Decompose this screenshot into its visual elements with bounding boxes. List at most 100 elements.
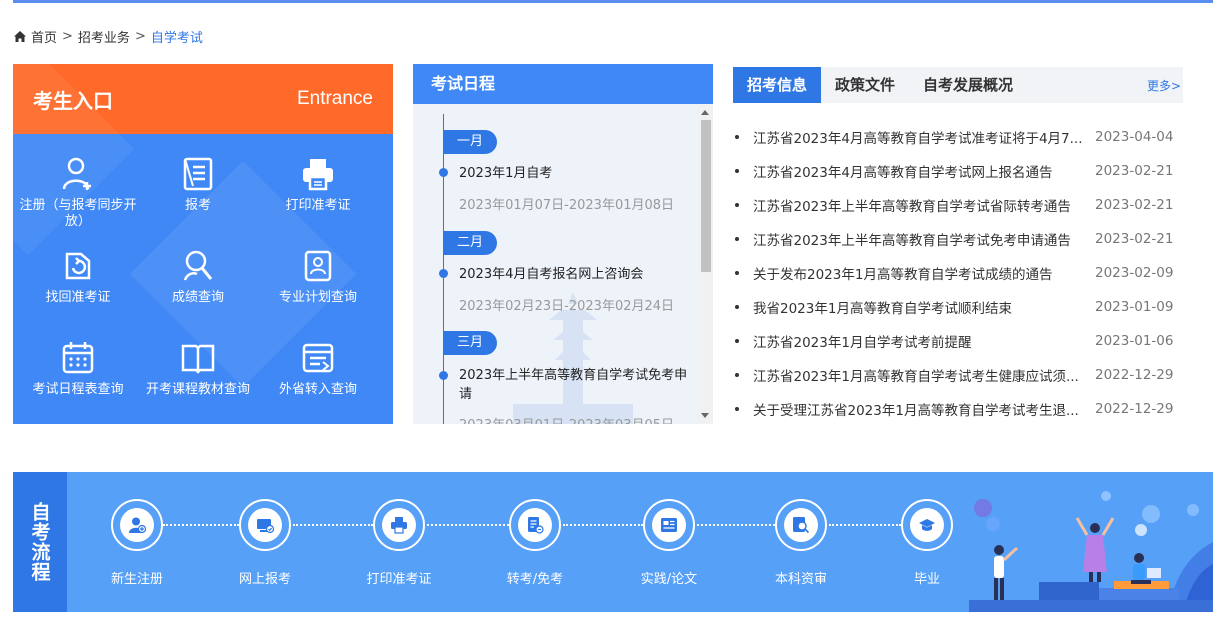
entry-label: 成绩查询	[171, 290, 224, 305]
step-print-ticket[interactable]	[373, 499, 425, 551]
news-title[interactable]: 江苏省2023年上半年高等教育自学考试免考申请通告	[753, 229, 1089, 249]
bullet	[735, 407, 739, 411]
news-title[interactable]: 关于发布2023年1月高等教育自学考试成绩的通告	[753, 263, 1089, 283]
news-date: 2023-02-09	[1095, 265, 1174, 281]
entrance-title-en: Entrance	[296, 88, 373, 109]
step-undergrad-review[interactable]	[775, 499, 827, 551]
form-icon	[183, 157, 213, 191]
entrance-grid: 注册（与报考同步开放） 报考 打印准考证 找回准考证 成绩查询 专业计划查询 考…	[13, 64, 393, 424]
schedule-event-date: 2023年02月23日-2023年02月24日	[459, 299, 675, 314]
timeline-dot	[439, 371, 448, 380]
scroll-up-arrow-icon[interactable]	[701, 110, 709, 115]
entry-print-ticket[interactable]: 打印准考证	[255, 156, 381, 214]
schedule-title: 考试日程	[413, 64, 713, 104]
step-practice-thesis[interactable]	[643, 499, 695, 551]
step-label: 毕业	[913, 572, 940, 587]
news-list: 江苏省2023年4月高等教育自学考试准考证将于4月7... 2023-04-04 …	[733, 120, 1183, 426]
bullet	[735, 271, 739, 275]
schedule-event-title[interactable]: 2023年4月自考报名网上咨询会	[459, 265, 695, 284]
tab-development-overview[interactable]: 自考发展概况	[909, 67, 1027, 103]
news-title[interactable]: 江苏省2023年上半年高等教育自学考试省际转考通告	[753, 195, 1089, 215]
self-study-process-bar: 自考流程 新生注册 网上报考 打印准考证 转考/免考 实践/论文 本科资审 毕业	[13, 472, 1213, 612]
process-label: 自考流程	[13, 472, 67, 612]
top-accent-line	[13, 0, 1213, 3]
entry-transfer-query[interactable]: 外省转入查询	[255, 340, 381, 398]
bullet	[735, 203, 739, 207]
bullet	[735, 169, 739, 173]
step-transfer-exempt[interactable]	[509, 499, 561, 551]
news-title[interactable]: 关于受理江苏省2023年1月高等教育自学考试考生退...	[753, 399, 1089, 419]
bullet	[735, 373, 739, 377]
news-item[interactable]: 江苏省2023年4月高等教育自学考试准考证将于4月7... 2023-04-04	[733, 120, 1183, 154]
schedule-event-title[interactable]: 2023年1月自考	[459, 164, 695, 183]
news-title[interactable]: 我省2023年1月高等教育自学考试顺利结束	[753, 297, 1089, 317]
entry-score-query[interactable]: 成绩查询	[135, 248, 261, 306]
scrollbar-thumb[interactable]	[701, 120, 711, 272]
breadcrumb-home-link[interactable]: 首页	[31, 27, 57, 46]
step-online-apply[interactable]	[239, 499, 291, 551]
news-item[interactable]: 江苏省2023年4月高等教育自学考试网上报名通告 2023-02-21	[733, 154, 1183, 188]
students-celebration-illustration	[969, 491, 1213, 612]
process-connector	[697, 524, 775, 526]
bullet	[735, 339, 739, 343]
news-item[interactable]: 江苏省2023年上半年高等教育自学考试省际转考通告 2023-02-21	[733, 188, 1183, 222]
bullet	[735, 305, 739, 309]
breadcrumb-level2-link[interactable]: 招考业务	[78, 27, 130, 46]
printer-icon	[303, 159, 333, 191]
news-title[interactable]: 江苏省2023年4月高等教育自学考试网上报名通告	[753, 161, 1089, 181]
breadcrumb-current: 自学考试	[150, 30, 203, 46]
more-link[interactable]: 更多>	[1147, 77, 1181, 94]
step-label: 打印准考证	[366, 572, 432, 587]
news-date: 2023-02-21	[1095, 231, 1174, 247]
schedule-event-title[interactable]: 2023年上半年高等教育自学考试免考申请	[459, 366, 695, 404]
scroll-down-arrow-icon[interactable]	[701, 413, 709, 418]
news-date: 2022-12-29	[1095, 367, 1174, 383]
news-date: 2023-04-04	[1095, 129, 1174, 145]
news-date: 2023-02-21	[1095, 163, 1174, 179]
tab-policy-documents[interactable]: 政策文件	[821, 67, 909, 103]
news-item[interactable]: 江苏省2023年上半年高等教育自学考试免考申请通告 2023-02-21	[733, 222, 1183, 256]
entry-register[interactable]: 注册（与报考同步开放）	[15, 156, 141, 230]
entry-label: 找回准考证	[45, 290, 111, 305]
news-item[interactable]: 关于受理江苏省2023年1月高等教育自学考试考生退... 2022-12-29	[733, 392, 1183, 426]
news-item[interactable]: 我省2023年1月高等教育自学考试顺利结束 2023-01-09	[733, 290, 1183, 324]
entry-exam-calendar-query[interactable]: 考试日程表查询	[15, 340, 141, 398]
entry-retrieve-ticket[interactable]: 找回准考证	[15, 248, 141, 306]
process-connector	[563, 524, 643, 526]
news-tabs: 招考信息 政策文件 自考发展概况 更多>	[733, 67, 1183, 103]
schedule-event-date: 2023年01月07日-2023年01月08日	[459, 198, 675, 213]
news-title[interactable]: 江苏省2023年1月高等教育自学考试考生健康应试须...	[753, 365, 1089, 385]
news-item[interactable]: 江苏省2023年1月自学考试考前提醒 2023-01-06	[733, 324, 1183, 358]
transfer-icon	[302, 343, 334, 373]
news-date: 2023-01-06	[1095, 333, 1174, 349]
schedule-event-date: 2023年03月01日-2023年03月05日	[459, 414, 674, 424]
schedule-scrollbar[interactable]	[697, 104, 713, 424]
review-search-icon	[793, 517, 810, 534]
step-graduation[interactable]	[901, 499, 953, 551]
breadcrumb: 首页 > 招考业务 > 自学考试	[13, 27, 203, 46]
exam-schedule-panel: 考试日程 一月 2023年1月自考 2023年01月07日-2023年01月08…	[413, 64, 713, 424]
step-new-registration[interactable]	[111, 499, 163, 551]
entry-label: 注册（与报考同步开放）	[19, 198, 137, 229]
entry-label: 专业计划查询	[278, 290, 357, 305]
news-date: 2023-02-21	[1095, 197, 1174, 213]
tab-admission-info[interactable]: 招考信息	[733, 67, 822, 103]
calendar-icon	[62, 342, 94, 374]
entry-apply[interactable]: 报考	[135, 156, 261, 214]
news-title[interactable]: 江苏省2023年4月高等教育自学考试准考证将于4月7...	[753, 127, 1089, 147]
entry-major-plan-query[interactable]: 专业计划查询	[255, 248, 381, 306]
printer-icon	[391, 517, 407, 534]
step-label: 转考/免考	[506, 572, 564, 587]
retrieve-icon	[65, 252, 91, 280]
news-date: 2023-01-09	[1095, 299, 1174, 315]
entry-course-textbook-query[interactable]: 开考课程教材查询	[135, 340, 261, 398]
schedule-timeline[interactable]: 一月 2023年1月自考 2023年01月07日-2023年01月08日 二月 …	[413, 104, 697, 424]
news-item[interactable]: 江苏省2023年1月高等教育自学考试考生健康应试须... 2022-12-29	[733, 358, 1183, 392]
news-title[interactable]: 江苏省2023年1月自学考试考前提醒	[753, 331, 1089, 351]
timeline-dot	[439, 269, 448, 278]
news-item[interactable]: 关于发布2023年1月高等教育自学考试成绩的通告 2023-02-09	[733, 256, 1183, 290]
graduation-cap-icon	[919, 519, 935, 531]
user-add-icon	[129, 517, 146, 534]
online-apply-icon	[257, 519, 274, 534]
news-date: 2022-12-29	[1095, 401, 1174, 417]
